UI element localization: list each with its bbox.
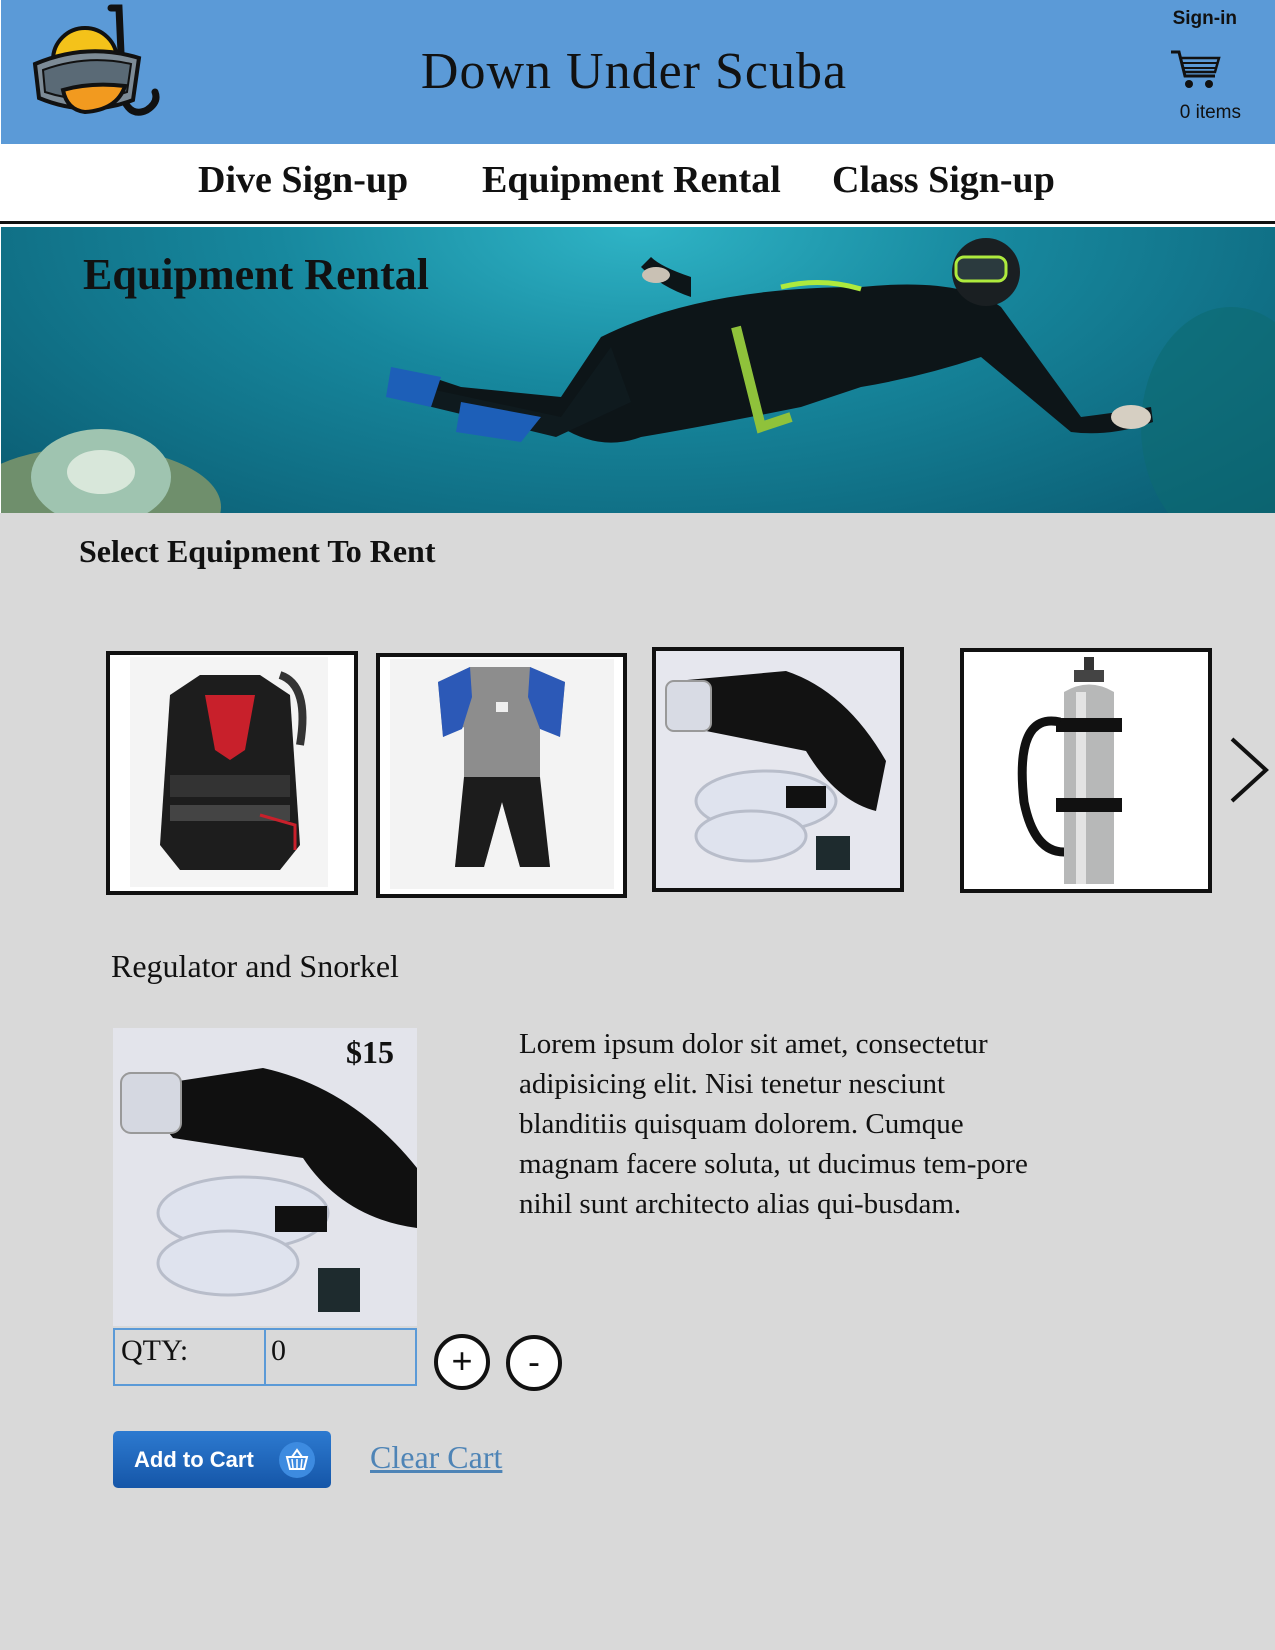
product-price: $15 <box>346 1034 394 1070</box>
add-to-cart-button[interactable]: Add to Cart <box>113 1431 331 1488</box>
thumbnail-bcd-vest[interactable] <box>106 651 358 895</box>
product-image <box>113 1028 417 1326</box>
product-description: Lorem ipsum dolor sit amet, consectetur … <box>519 1028 1028 1220</box>
chevron-right-icon[interactable] <box>1226 735 1272 805</box>
main-content: Select Equipment To Rent Regulator and S… <box>0 513 1275 1650</box>
nav-item-equipment-rental[interactable]: Equipment Rental <box>482 158 781 202</box>
thumbnail-wetsuit[interactable] <box>376 653 627 898</box>
clear-cart-link[interactable]: Clear Cart <box>370 1439 502 1476</box>
quantity-label: QTY: <box>115 1330 266 1384</box>
quantity-field: QTY: 0 <box>113 1328 417 1386</box>
quantity-input[interactable]: 0 <box>266 1330 415 1384</box>
product-name: Regulator and Snorkel <box>111 948 399 984</box>
hero-banner: Equipment Rental <box>1 227 1275 513</box>
basket-icon <box>279 1442 315 1478</box>
site-header: Down Under Scuba Sign-in 0 items <box>1 0 1275 144</box>
cart-item-count: 0 items <box>1179 102 1241 123</box>
thumbnail-regulator-snorkel[interactable] <box>652 647 904 892</box>
decrement-quantity-button[interactable]: - <box>506 1335 562 1391</box>
increment-quantity-button[interactable]: + <box>434 1334 490 1390</box>
regulator-snorkel-photo <box>113 1028 417 1326</box>
regulator-snorkel-image <box>656 651 900 888</box>
main-nav: Dive Sign-up Equipment Rental Class Sign… <box>0 144 1275 224</box>
section-title: Select Equipment To Rent <box>79 533 436 569</box>
signin-link[interactable]: Sign-in <box>1173 8 1237 30</box>
add-to-cart-label: Add to Cart <box>134 1447 254 1472</box>
wetsuit-image <box>380 657 623 894</box>
nav-item-class-signup[interactable]: Class Sign-up <box>832 158 1055 202</box>
shopping-cart-icon[interactable] <box>1169 48 1223 90</box>
bcd-vest-image <box>110 655 354 891</box>
scuba-tank-image <box>964 652 1208 889</box>
site-title: Down Under Scuba <box>420 43 848 100</box>
hero-title: Equipment Rental <box>83 250 429 299</box>
nav-item-dive-signup[interactable]: Dive Sign-up <box>198 158 408 202</box>
thumbnail-scuba-tank[interactable] <box>960 648 1212 893</box>
